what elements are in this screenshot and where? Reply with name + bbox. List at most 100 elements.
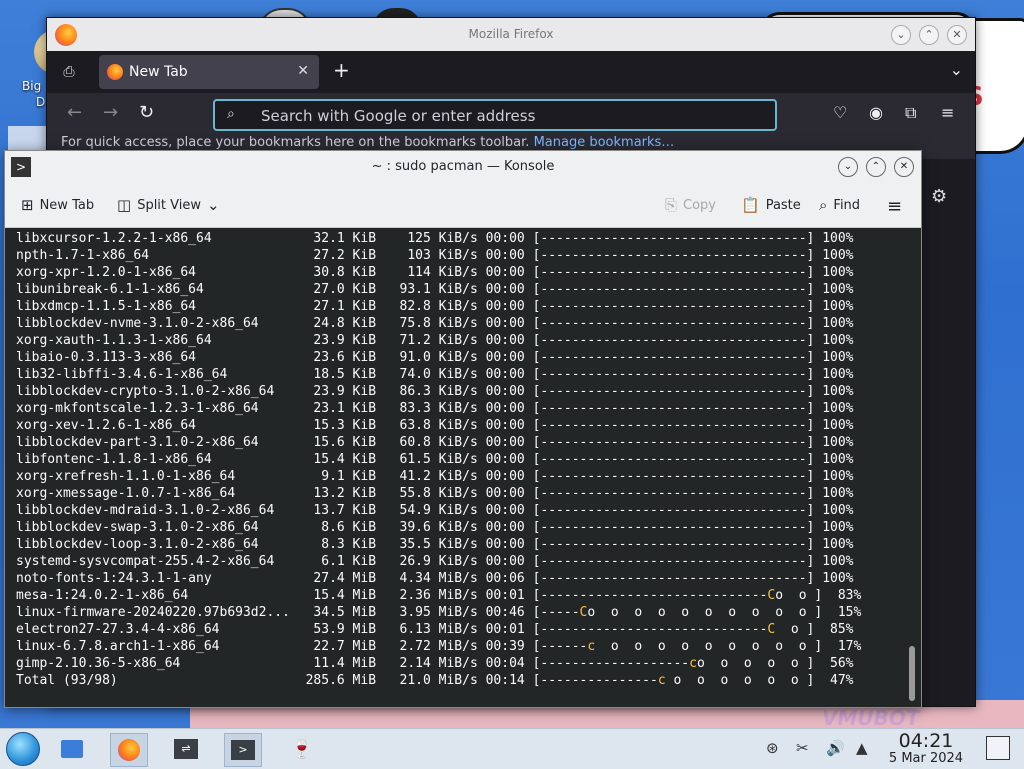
terminal-line: npth-1.7-1-x86_64 27.2 KiB 103 KiB/s 00:…: [16, 248, 854, 263]
clipboard-scissors-icon[interactable]: ✂: [796, 739, 809, 757]
maximize-button[interactable]: ⌃: [919, 25, 939, 45]
taskbar-konsole[interactable]: >: [224, 733, 262, 767]
close-tab-icon[interactable]: ✕: [297, 63, 309, 79]
find-label: Find: [833, 197, 861, 213]
terminal-line: xorg-xauth-1.1.3-1-x86_64 23.9 KiB 71.2 …: [16, 333, 854, 348]
tab-new-tab[interactable]: New Tab ✕: [99, 55, 319, 89]
update-icon[interactable]: ⊛: [766, 739, 779, 757]
konsole-titlebar[interactable]: > ~ : sudo pacman — Konsole ⌄ ⌃ ✕: [5, 151, 921, 183]
konsole-window-title: ~ : sudo pacman — Konsole: [371, 159, 555, 174]
pacman-glyph: C: [767, 588, 776, 603]
terminal-line: systemd-sysvcompat-255.4-2-x86_64 6.1 Ki…: [16, 554, 854, 569]
pacman-glyph: c: [689, 656, 697, 671]
new-tab-button[interactable]: ⊞ New Tab: [21, 196, 94, 214]
wine-glass-icon: 🍷: [290, 738, 314, 760]
firefox-titlebar[interactable]: Mozilla Firefox ⌄ ⌃ ✕: [47, 18, 975, 51]
pacman-glyph: c: [657, 673, 666, 688]
minimize-button[interactable]: ⌄: [838, 157, 858, 177]
terminal-line: mesa-1:24.0.2-1-x86_64 15.4 MiB 2.36 MiB…: [16, 588, 862, 603]
firefox-view-icon[interactable]: ⎙: [59, 62, 79, 82]
terminal-scrollbar-handle[interactable]: [909, 646, 915, 701]
search-icon: ⌕: [819, 196, 828, 214]
konsole-window: > ~ : sudo pacman — Konsole ⌄ ⌃ ✕ ⊞ New …: [4, 150, 922, 708]
terminal-line: gimp-2.10.36-5-x86_64 11.4 MiB 2.14 MiB/…: [16, 656, 854, 671]
taskbar: ⇌ > 🍷 ⊛ ✂ 🔊 ▲ 04:21 5 Mar 2024: [0, 728, 1024, 769]
gear-icon[interactable]: ⚙: [931, 186, 947, 207]
maximize-button[interactable]: ⌃: [866, 157, 886, 177]
taskbar-settings[interactable]: ⇌: [168, 733, 204, 765]
terminal-line: libblockdev-swap-3.1.0-2-x86_64 8.6 KiB …: [16, 520, 854, 535]
show-desktop-button[interactable]: [986, 736, 1010, 760]
firefox-tabstrip: ⎙ New Tab ✕ + ⌄: [47, 51, 975, 93]
menu-hamburger-button[interactable]: ≡: [887, 196, 902, 217]
pacman-glyph: c: [587, 639, 596, 654]
taskbar-firefox[interactable]: [110, 733, 148, 767]
terminal-icon: >: [231, 740, 255, 760]
account-icon[interactable]: ◉: [869, 103, 883, 122]
pocket-icon[interactable]: ♡: [833, 103, 847, 122]
terminal-line: libblockdev-crypto-3.1.0-2-x86_64 23.9 K…: [16, 384, 854, 399]
minimize-button[interactable]: ⌄: [891, 25, 911, 45]
forward-arrow-icon[interactable]: →: [103, 102, 118, 123]
terminal-line: xorg-xmessage-1.0.7-1-x86_64 13.2 KiB 55…: [16, 486, 854, 501]
address-bar[interactable]: ⌕: [213, 99, 777, 131]
copy-button[interactable]: ⎘ Copy: [665, 196, 716, 214]
terminal-line: xorg-xev-1.2.6-1-x86_64 15.3 KiB 63.8 Ki…: [16, 418, 854, 433]
konsole-toolbar: ⊞ New Tab ◫ Split View ⌄ ⎘ Copy 📋 Paste …: [5, 183, 921, 228]
terminal-output: libxcursor-1.2.2-1-x86_64 32.1 KiB 125 K…: [16, 230, 861, 689]
tray-expand-arrow-icon[interactable]: ▲: [856, 739, 868, 757]
taskbar-file-manager[interactable]: [54, 733, 90, 765]
list-all-tabs-chevron-icon[interactable]: ⌄: [950, 60, 963, 79]
terminal-line: libaio-0.3.113-3-x86_64 23.6 KiB 91.0 Ki…: [16, 350, 854, 365]
terminal-view[interactable]: libxcursor-1.2.2-1-x86_64 32.1 KiB 125 K…: [5, 228, 921, 707]
split-view-button[interactable]: ◫ Split View ⌄: [117, 196, 220, 214]
chevron-down-icon: ⌄: [207, 196, 220, 214]
terminal-line: electron27-27.3.4-4-x86_64 53.9 MiB 6.13…: [16, 622, 854, 637]
reload-icon[interactable]: ↻: [139, 102, 154, 123]
terminal-line: linux-6.7.8.arch1-1-x86_64 22.7 MiB 2.72…: [16, 639, 862, 654]
find-button[interactable]: ⌕ Find: [819, 196, 860, 214]
terminal-line: libblockdev-mdraid-3.1.0-2-x86_64 13.7 K…: [16, 503, 854, 518]
copy-icon: ⎘: [665, 196, 678, 214]
pacman-glyph: C: [767, 622, 776, 637]
bookmarks-hint: For quick access, place your bookmarks h…: [61, 135, 530, 150]
split-view-label: Split View: [137, 197, 201, 213]
terminal-line: libblockdev-part-3.1.0-2-x86_64 15.6 KiB…: [16, 435, 854, 450]
paste-button[interactable]: 📋 Paste: [741, 196, 801, 214]
close-button[interactable]: ✕: [894, 157, 914, 177]
pacman-glyph: C: [579, 605, 588, 620]
terminal-line: libblockdev-nvme-3.1.0-2-x86_64 24.8 KiB…: [16, 316, 854, 331]
manage-bookmarks-link[interactable]: Manage bookmarks…: [534, 135, 675, 150]
settings-icon: ⇌: [174, 739, 198, 759]
folder-icon: [61, 740, 83, 758]
back-arrow-icon[interactable]: ←: [67, 102, 82, 123]
address-input[interactable]: [259, 104, 763, 128]
close-button[interactable]: ✕: [947, 25, 967, 45]
terminal-line: lib32-libffi-3.4.6-1-x86_64 18.5 KiB 74.…: [16, 367, 854, 382]
desktop-icon-label[interactable]: Big D: [22, 78, 45, 110]
terminal-line: libblockdev-loop-3.1.0-2-x86_64 8.3 KiB …: [16, 537, 854, 552]
new-tab-plus-icon[interactable]: +: [333, 58, 350, 82]
desktop-icon-label-line2: D: [36, 95, 46, 109]
terminal-line: xorg-mkfontscale-1.2.3-1-x86_64 23.1 KiB…: [16, 401, 854, 416]
terminal-line: libxdmcp-1.1.5-1-x86_64 27.1 KiB 82.8 Ki…: [16, 299, 854, 314]
desktop-icon[interactable]: [8, 126, 48, 152]
taskbar-wine[interactable]: 🍷: [284, 733, 320, 765]
terminal-line: Total (93/98) 285.6 MiB 21.0 MiB/s 00:14…: [16, 673, 854, 688]
paste-label: Paste: [765, 197, 801, 213]
firefox-window-title: Mozilla Firefox: [468, 27, 554, 41]
menu-hamburger-icon: ≡: [887, 196, 903, 217]
terminal-line: libfontenc-1.1.8-1-x86_64 15.4 KiB 61.5 …: [16, 452, 854, 467]
terminal-line: linux-firmware-20240220.97b693d2... 34.5…: [16, 605, 862, 620]
terminal-line: noto-fonts-1:24.3.1-1-any 27.4 MiB 4.34 …: [16, 571, 854, 586]
volume-icon[interactable]: 🔊: [826, 739, 845, 757]
clock[interactable]: 04:21 5 Mar 2024: [876, 731, 976, 767]
extensions-icon[interactable]: ⧉: [905, 103, 916, 123]
firefox-favicon-icon: [107, 64, 123, 80]
start-menu-button[interactable]: [6, 732, 40, 766]
clock-date: 5 Mar 2024: [888, 751, 964, 766]
menu-hamburger-icon[interactable]: ≡: [941, 103, 954, 122]
tab-label: New Tab: [129, 64, 188, 80]
firefox-navbar: ← → ↻ ⌕ ♡ ◉ ⧉ ≡: [47, 93, 975, 133]
terminal-line: xorg-xrefresh-1.1.0-1-x86_64 9.1 KiB 41.…: [16, 469, 854, 484]
